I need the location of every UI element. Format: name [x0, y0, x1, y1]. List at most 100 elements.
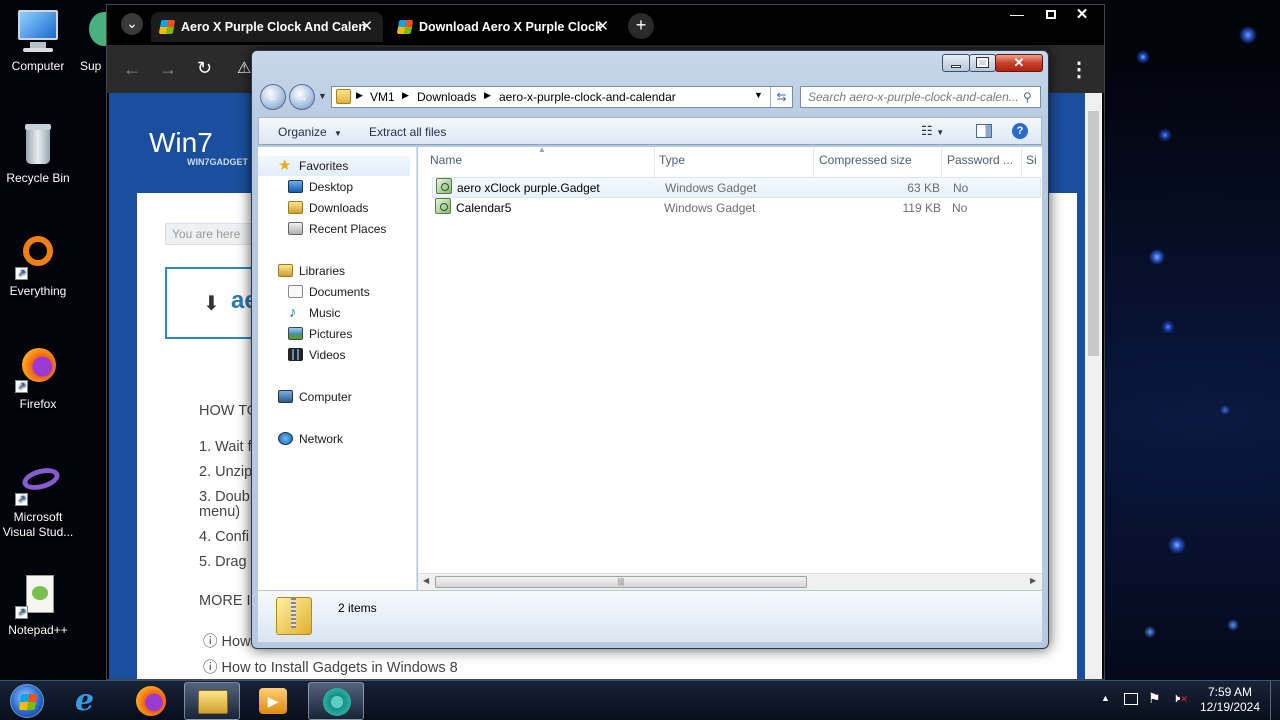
tab-list-button[interactable]: ⌄ [121, 13, 143, 35]
column-header-compressed-size[interactable]: Compressed size [819, 153, 912, 167]
libraries-icon [278, 264, 293, 277]
file-row[interactable]: aero xClock purple.Gadget Windows Gadget… [432, 177, 1041, 198]
address-part-vm1[interactable]: VM1 [370, 90, 395, 104]
file-explorer-icon [198, 690, 228, 714]
scroll-left-icon[interactable]: ◀ [423, 576, 429, 585]
show-hidden-icons-button[interactable]: ▲ [1101, 693, 1110, 703]
scrollbar-thumb[interactable] [1088, 111, 1099, 356]
address-part-downloads[interactable]: Downloads [417, 90, 476, 104]
windows-favicon-icon [396, 20, 414, 34]
close-button[interactable]: ✕ [995, 54, 1043, 72]
desktop-icon-everything[interactable]: ↗ Everything [0, 233, 76, 299]
column-divider[interactable] [654, 147, 655, 177]
new-tab-button[interactable]: + [628, 13, 654, 39]
column-header-password[interactable]: Password ... [947, 153, 1013, 167]
help-icon[interactable]: ? [1012, 123, 1028, 139]
minimize-button[interactable]: — [1000, 5, 1034, 25]
volume-muted-icon[interactable]: 🕨✕ [1172, 690, 1188, 706]
page-scrollbar[interactable] [1085, 93, 1102, 679]
partial-app-icon [75, 8, 108, 56]
tab-aero-clock-1[interactable]: Aero X Purple Clock And Calen ✕ [151, 12, 383, 42]
maximize-button[interactable] [969, 54, 996, 72]
scrollbar-thumb[interactable]: ||| [435, 576, 807, 588]
address-bar[interactable]: ▶ VM1 ▶ Downloads ▶ aero-x-purple-clock-… [331, 86, 793, 108]
more-link-1[interactable]: ⓘ How [203, 630, 251, 651]
file-password: No [952, 201, 968, 215]
flag-icon[interactable]: ⚑ [1148, 690, 1161, 707]
taskbar-media-player[interactable]: ▶ [245, 682, 301, 720]
site-logo[interactable]: Win7 [149, 127, 213, 159]
forward-icon[interactable]: → [159, 59, 177, 80]
desktop-icon-notepadpp[interactable]: ↗ Notepad++ [0, 572, 76, 638]
taskbar-firefox[interactable] [123, 682, 179, 720]
address-dropdown-icon[interactable]: ▼ [754, 90, 763, 100]
file-password: No [953, 181, 969, 195]
tab-aero-clock-2[interactable]: Download Aero X Purple Clock ✕ [389, 12, 619, 42]
desktop-icon-firefox[interactable]: ↗ Firefox [0, 346, 76, 412]
step-3-cont: menu) [199, 504, 241, 520]
shortcut-arrow-icon: ↗ [15, 493, 28, 506]
computer-icon [14, 8, 62, 56]
change-view-icon[interactable]: ☷ ▼ [921, 123, 944, 139]
desktop-icon-computer[interactable]: Computer [0, 8, 76, 74]
menu-icon[interactable]: ⋮ [1069, 57, 1089, 82]
taskbar-chrome[interactable] [308, 682, 364, 720]
clock-time: 7:59 AM [1207, 685, 1253, 699]
action-center-icon[interactable] [1124, 693, 1138, 705]
column-divider[interactable] [813, 147, 814, 177]
link-text: How to Install Gadgets in Windows 8 [221, 660, 458, 676]
file-row[interactable]: Calendar5 Windows Gadget 119 KB No [432, 198, 1041, 219]
organize-button[interactable]: Organize ▼ [278, 125, 342, 139]
step-2: 2. Unzip [199, 464, 253, 480]
forward-button[interactable]: → [289, 84, 315, 110]
file-size: 63 KB [907, 181, 940, 195]
back-icon[interactable]: ← [123, 59, 141, 80]
link-text: How [221, 634, 251, 650]
step-4: 4. Confi [199, 529, 249, 545]
nav-label: Desktop [309, 180, 354, 194]
desktop-icon-partial[interactable]: Sup [72, 8, 108, 74]
back-button[interactable]: ← [260, 84, 286, 110]
address-part-folder[interactable]: aero-x-purple-clock-and-calendar [499, 90, 676, 104]
nav-favorites[interactable]: ★ Favorites [258, 156, 410, 176]
reload-icon[interactable]: ↻ [197, 58, 212, 79]
tab-close-icon[interactable]: ✕ [360, 12, 373, 42]
desktop-icon-visual-studio[interactable]: ↗ Microsoft Visual Stud... [0, 459, 76, 540]
column-header-name[interactable]: Name [430, 153, 462, 167]
column-divider[interactable] [941, 147, 942, 177]
more-link-2[interactable]: ⓘ How to Install Gadgets in Windows 8 [203, 656, 458, 677]
nav-label: Computer [299, 390, 352, 404]
file-size: 119 KB [902, 201, 941, 215]
clock[interactable]: 7:59 AM 12/19/2024 [1195, 685, 1265, 715]
column-header-size[interactable]: Si [1026, 153, 1037, 167]
site-info-icon[interactable]: ⚠ [237, 58, 251, 78]
close-button[interactable]: ✕ [1062, 5, 1102, 25]
refresh-icon[interactable]: ⇆ [770, 87, 792, 107]
scroll-right-icon[interactable]: ▶ [1030, 576, 1036, 585]
taskbar-file-explorer[interactable] [184, 682, 240, 720]
horizontal-scrollbar[interactable]: ◀ ||| ▶ [418, 573, 1042, 590]
nav-label: Recent Places [309, 222, 387, 236]
preview-pane-icon[interactable] [976, 124, 992, 138]
start-button[interactable] [2, 682, 52, 720]
chevron-down-icon: ▼ [334, 129, 342, 138]
tab-close-icon[interactable]: ✕ [596, 12, 609, 42]
firefox-icon: ↗ [14, 346, 62, 394]
windows-logo-icon [18, 694, 38, 710]
taskbar-internet-explorer[interactable]: e [62, 682, 118, 720]
desktop-icon-recycle-bin[interactable]: Recycle Bin [0, 120, 76, 186]
computer-icon [278, 390, 293, 403]
search-input[interactable]: Search aero-x-purple-clock-and-calen... [800, 86, 1041, 108]
music-icon: ♪ [289, 304, 297, 321]
internet-explorer-icon: e [75, 683, 95, 718]
downloads-folder-icon [288, 201, 303, 214]
column-divider[interactable] [1021, 147, 1022, 177]
recent-pages-dropdown[interactable]: ▼ [318, 91, 327, 101]
desktop-icon-label: Sup [80, 59, 102, 73]
howto-heading: HOW TO [199, 403, 259, 419]
column-header-type[interactable]: Type [659, 153, 685, 167]
show-desktop-button[interactable] [1270, 681, 1280, 720]
nav-label: Pictures [309, 327, 353, 341]
extract-all-button[interactable]: Extract all files [369, 125, 446, 139]
minimize-button[interactable] [942, 54, 970, 72]
